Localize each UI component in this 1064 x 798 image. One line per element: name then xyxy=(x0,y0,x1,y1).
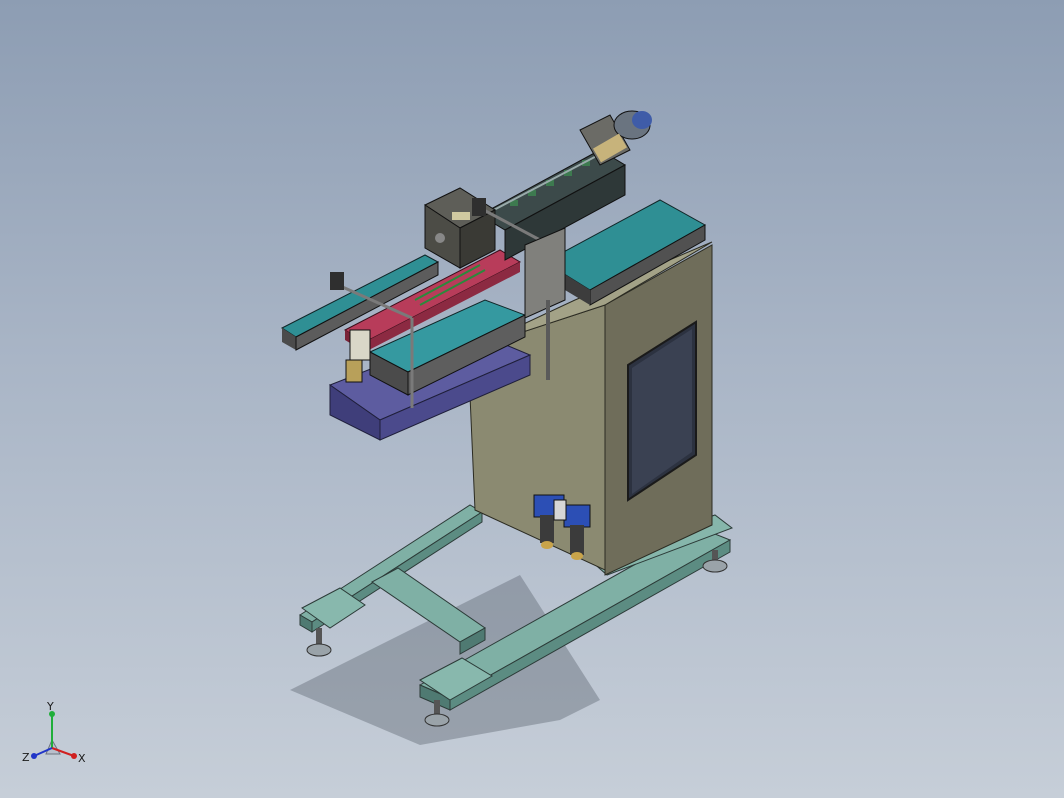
machine-model[interactable] xyxy=(0,0,1064,798)
y-axis-label: Y xyxy=(46,700,54,713)
coordinate-triad: Y X Z xyxy=(22,700,86,765)
z-axis-label: Z xyxy=(22,751,30,764)
x-axis-label: X xyxy=(78,752,86,765)
cad-viewport[interactable]: Y X Z xyxy=(0,0,1064,798)
